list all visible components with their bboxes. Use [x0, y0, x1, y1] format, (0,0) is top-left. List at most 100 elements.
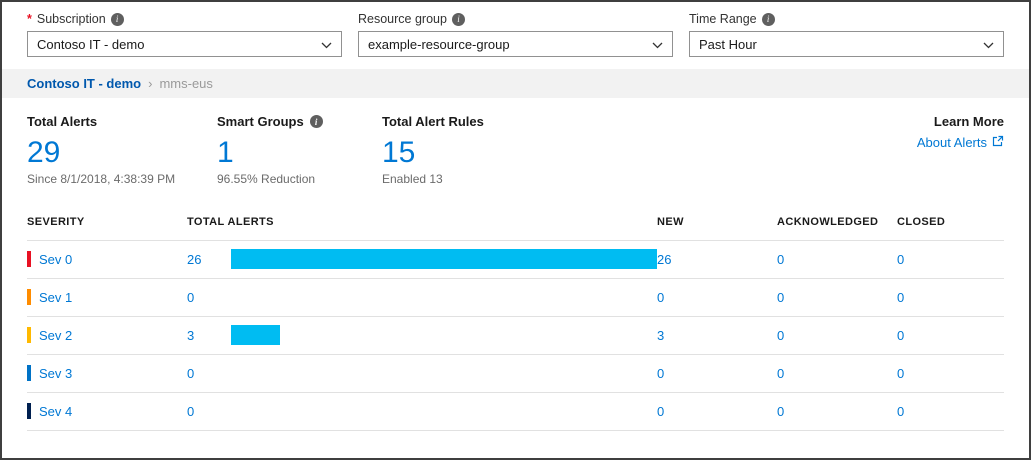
severity-color-indicator [27, 251, 31, 267]
subscription-filter: * Subscription i Contoso IT - demo [27, 12, 342, 57]
severity-label[interactable]: Sev 2 [39, 328, 72, 343]
summary-section: Total Alerts 29 Since 8/1/2018, 4:38:39 … [2, 98, 1029, 186]
smart-groups-title: Smart Groups i [217, 114, 382, 129]
severity-cell: Sev 2 [27, 327, 187, 343]
closed-value[interactable]: 0 [897, 404, 1004, 419]
alert-rules-subtitle: Enabled 13 [382, 172, 582, 186]
info-icon[interactable]: i [452, 13, 465, 26]
subscription-select-value: Contoso IT - demo [37, 37, 144, 52]
resource-group-select-value: example-resource-group [368, 37, 510, 52]
subscription-label-text: Subscription [37, 12, 106, 26]
severity-color-indicator [27, 289, 31, 305]
total-alerts-title-text: Total Alerts [27, 114, 97, 129]
total-alerts-cell: 0 [187, 363, 657, 383]
resource-group-filter: Resource group i example-resource-group [358, 12, 673, 57]
about-alerts-link-text: About Alerts [917, 135, 987, 150]
closed-value[interactable]: 0 [897, 366, 1004, 381]
acknowledged-value[interactable]: 0 [777, 328, 897, 343]
new-value[interactable]: 0 [657, 404, 777, 419]
breadcrumb-resource: mms-eus [159, 76, 212, 91]
learn-more-block: Learn More About Alerts [917, 114, 1004, 152]
info-icon[interactable]: i [111, 13, 124, 26]
smart-groups-count[interactable]: 1 [217, 137, 382, 169]
chevron-down-icon [983, 37, 994, 52]
severity-label[interactable]: Sev 0 [39, 252, 72, 267]
alert-rules-summary: Total Alert Rules 15 Enabled 13 [382, 114, 582, 186]
alerts-table-header: SEVERITY TOTAL ALERTS NEW ACKNOWLEDGED C… [27, 216, 1004, 241]
new-value[interactable]: 0 [657, 366, 777, 381]
alerts-table: SEVERITY TOTAL ALERTS NEW ACKNOWLEDGED C… [2, 186, 1029, 431]
total-alerts-cell: 3 [187, 325, 657, 345]
external-link-icon [992, 135, 1004, 150]
total-alerts-subtitle: Since 8/1/2018, 4:38:39 PM [27, 172, 217, 186]
breadcrumb-separator: › [148, 76, 152, 91]
subscription-select[interactable]: Contoso IT - demo [27, 31, 342, 57]
total-alerts-cell: 0 [187, 401, 657, 421]
resource-group-label-text: Resource group [358, 12, 447, 26]
time-range-filter: Time Range i Past Hour [689, 12, 1004, 57]
smart-groups-title-text: Smart Groups [217, 114, 304, 129]
column-header-severity: SEVERITY [27, 216, 187, 228]
info-icon[interactable]: i [762, 13, 775, 26]
column-header-new: NEW [657, 216, 777, 228]
acknowledged-value[interactable]: 0 [777, 290, 897, 305]
closed-value[interactable]: 0 [897, 252, 1004, 267]
about-alerts-link[interactable]: About Alerts [917, 135, 1004, 150]
required-marker: * [27, 12, 32, 26]
table-row: Sev 0 26 26 0 0 [27, 241, 1004, 279]
alerts-table-body: Sev 0 26 26 0 0 Sev 1 0 0 0 0 Sev 2 [27, 241, 1004, 431]
closed-value[interactable]: 0 [897, 328, 1004, 343]
total-alerts-count[interactable]: 29 [27, 137, 217, 169]
acknowledged-value[interactable]: 0 [777, 366, 897, 381]
table-row: Sev 1 0 0 0 0 [27, 279, 1004, 317]
column-header-acknowledged: ACKNOWLEDGED [777, 216, 897, 228]
severity-cell: Sev 1 [27, 289, 187, 305]
total-alerts-bar [231, 249, 657, 269]
total-alerts-bar [231, 325, 280, 345]
new-value[interactable]: 3 [657, 328, 777, 343]
alert-rules-title-text: Total Alert Rules [382, 114, 484, 129]
total-alerts-bar-track [231, 249, 657, 269]
closed-value[interactable]: 0 [897, 290, 1004, 305]
total-alerts-value[interactable]: 0 [187, 404, 231, 419]
total-alerts-value[interactable]: 0 [187, 290, 231, 305]
total-alerts-bar-track [231, 363, 657, 383]
severity-color-indicator [27, 403, 31, 419]
table-row: Sev 3 0 0 0 0 [27, 355, 1004, 393]
alert-rules-count[interactable]: 15 [382, 137, 582, 169]
severity-color-indicator [27, 365, 31, 381]
acknowledged-value[interactable]: 0 [777, 252, 897, 267]
info-icon[interactable]: i [310, 115, 323, 128]
column-header-total-alerts: TOTAL ALERTS [187, 216, 657, 228]
total-alerts-cell: 0 [187, 287, 657, 307]
time-range-label-text: Time Range [689, 12, 757, 26]
filter-row: * Subscription i Contoso IT - demo Resou… [2, 2, 1029, 67]
smart-groups-subtitle: 96.55% Reduction [217, 172, 382, 186]
total-alerts-bar-track [231, 401, 657, 421]
total-alerts-value[interactable]: 0 [187, 366, 231, 381]
total-alerts-summary: Total Alerts 29 Since 8/1/2018, 4:38:39 … [27, 114, 217, 186]
time-range-select-value: Past Hour [699, 37, 757, 52]
table-row: Sev 4 0 0 0 0 [27, 393, 1004, 431]
time-range-select[interactable]: Past Hour [689, 31, 1004, 57]
time-range-label: Time Range i [689, 12, 1004, 26]
chevron-down-icon [652, 37, 663, 52]
severity-label[interactable]: Sev 3 [39, 366, 72, 381]
total-alerts-value[interactable]: 26 [187, 252, 231, 267]
total-alerts-cell: 26 [187, 249, 657, 269]
smart-groups-summary: Smart Groups i 1 96.55% Reduction [217, 114, 382, 186]
subscription-label: * Subscription i [27, 12, 342, 26]
severity-label[interactable]: Sev 1 [39, 290, 72, 305]
resource-group-select[interactable]: example-resource-group [358, 31, 673, 57]
severity-label[interactable]: Sev 4 [39, 404, 72, 419]
total-alerts-value[interactable]: 3 [187, 328, 231, 343]
resource-group-label: Resource group i [358, 12, 673, 26]
acknowledged-value[interactable]: 0 [777, 404, 897, 419]
chevron-down-icon [321, 37, 332, 52]
total-alerts-title: Total Alerts [27, 114, 217, 129]
breadcrumb: Contoso IT - demo › mms-eus [2, 69, 1029, 98]
severity-cell: Sev 0 [27, 251, 187, 267]
new-value[interactable]: 0 [657, 290, 777, 305]
breadcrumb-subscription[interactable]: Contoso IT - demo [27, 76, 141, 91]
new-value[interactable]: 26 [657, 252, 777, 267]
